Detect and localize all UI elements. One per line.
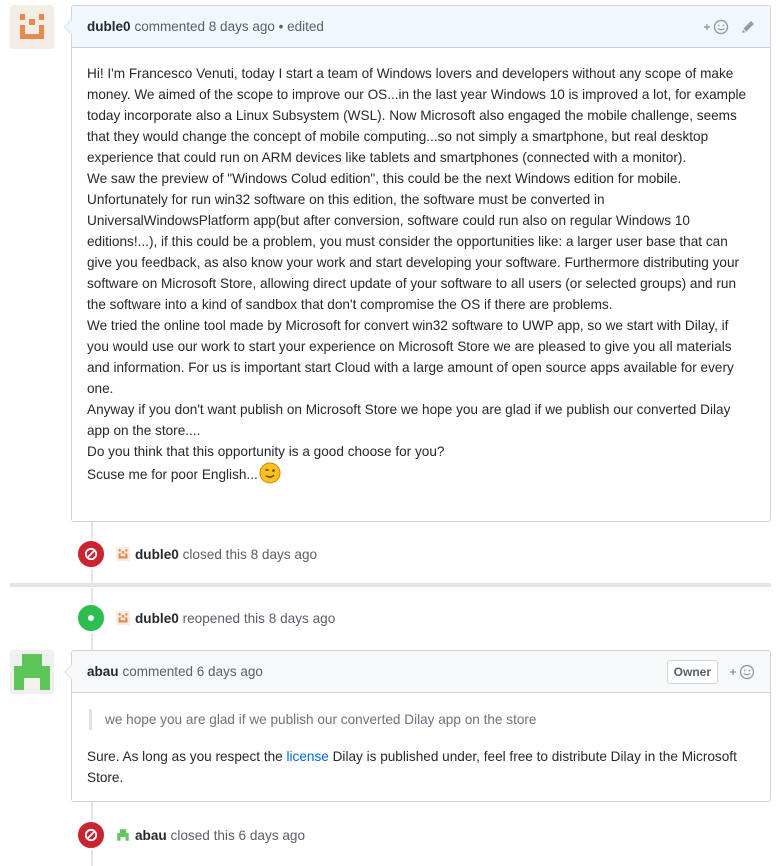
smiley-plus-icon[interactable] (702, 19, 730, 35)
comment-paragraph-last: Scuse me for poor English... (87, 462, 754, 490)
comment-meta[interactable]: commented 6 days ago (123, 664, 263, 679)
pencil-icon[interactable] (740, 19, 756, 35)
event-action: closed this 8 days ago (182, 546, 318, 562)
event-closed: abau closed this 6 days ago (76, 820, 305, 850)
event-actor[interactable]: duble0 (135, 547, 179, 562)
comment-paragraph: Do you think that this opportunity is a … (87, 444, 445, 459)
winking-face-icon (259, 462, 281, 490)
event-closed: duble0 closed this 8 days ago (76, 539, 317, 569)
comment-paragraph: Anyway if you don't want publish on Micr… (87, 402, 731, 438)
license-link[interactable]: license (287, 749, 329, 764)
comment-body: Hi! I'm Francesco Venuti, today I start … (72, 48, 770, 504)
comment-body: we hope you are glad if we publish our c… (72, 693, 770, 802)
event-action: closed this 6 days ago (170, 827, 306, 843)
timeline-divider (10, 583, 771, 587)
avatar-duble0-small[interactable] (116, 611, 130, 625)
reply-text: Sure. As long as you respect the license… (87, 749, 737, 785)
dot-fill-icon (76, 603, 106, 633)
comment-meta[interactable]: commented 8 days ago • edited (135, 19, 324, 34)
event-actor[interactable]: abau (135, 828, 167, 843)
avatar-duble0[interactable] (10, 5, 54, 49)
smiley-plus-icon[interactable] (728, 664, 756, 680)
comment-header: abau commented 6 days ago Owner (72, 651, 770, 693)
comment-author[interactable]: duble0 (87, 19, 131, 34)
comment-paragraph: We saw the preview of "Windows Colud edi… (87, 171, 740, 312)
avatar-abau-small[interactable] (116, 828, 130, 842)
comment-paragraph: We tried the online tool made by Microso… (87, 318, 734, 396)
comment-paragraph: Hi! I'm Francesco Venuti, today I start … (87, 66, 747, 165)
avatar-abau[interactable] (10, 650, 54, 694)
owner-badge: Owner (666, 659, 718, 684)
comment-duble0: duble0 commented 8 days ago • edited Hi!… (64, 5, 771, 522)
avatar-duble0-small[interactable] (116, 547, 130, 561)
circle-slash-icon (76, 820, 106, 850)
circle-slash-icon (76, 539, 106, 569)
comment-paragraph-text: Scuse me for poor English... (87, 467, 258, 482)
event-actor[interactable]: duble0 (135, 611, 179, 626)
event-action: reopened this 8 days ago (182, 610, 336, 626)
quote-block: we hope you are glad if we publish our c… (89, 709, 754, 730)
event-reopened: duble0 reopened this 8 days ago (76, 603, 335, 633)
comment-header: duble0 commented 8 days ago • edited (72, 6, 770, 48)
comment-author[interactable]: abau (87, 664, 119, 679)
comment-abau: abau commented 6 days ago Owner we hope … (64, 650, 771, 802)
